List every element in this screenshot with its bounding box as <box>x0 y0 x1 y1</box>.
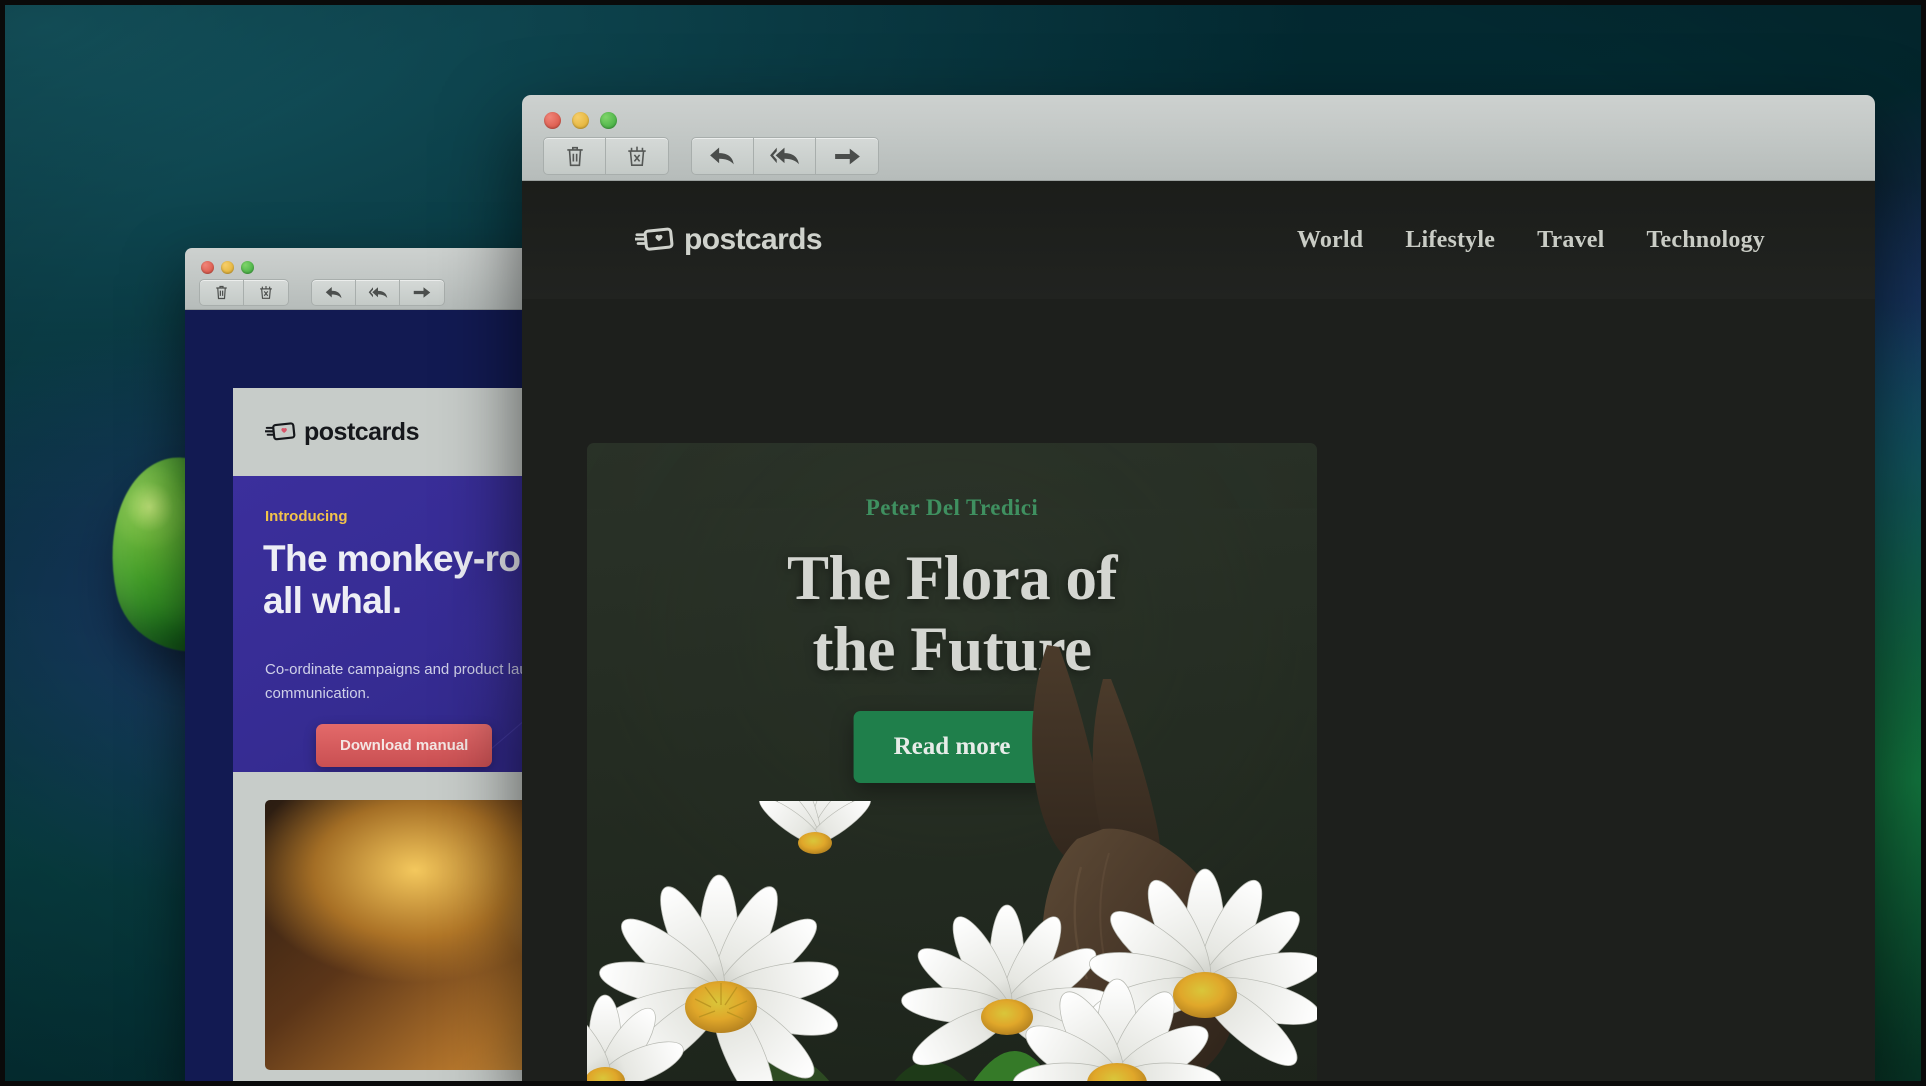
zoom-button[interactable] <box>241 261 254 274</box>
junk-icon[interactable] <box>244 280 288 305</box>
site-brand-logo[interactable]: postcards <box>635 223 823 257</box>
minimize-button[interactable] <box>572 112 589 129</box>
desktop-background: postcards Introducing The monkey-rope al… <box>0 0 1926 1086</box>
front-toolbar-group-reply[interactable] <box>691 137 879 175</box>
nav-item-world[interactable]: World <box>1297 227 1363 254</box>
forward-icon[interactable] <box>400 280 444 305</box>
hero-card: Peter Del Tredici The Flora of the Futur… <box>587 443 1317 1081</box>
reply-all-icon[interactable] <box>754 138 816 174</box>
email-kicker: Introducing <box>265 508 348 525</box>
postcard-heart-icon <box>265 422 296 441</box>
front-window-titlebar[interactable] <box>522 95 1875 181</box>
delete-icon[interactable] <box>200 280 244 305</box>
junk-icon[interactable] <box>606 138 668 174</box>
nav-item-technology[interactable]: Technology <box>1647 227 1765 254</box>
email-brand-name: postcards <box>304 417 419 446</box>
reply-all-icon[interactable] <box>356 280 400 305</box>
delete-icon[interactable] <box>544 138 606 174</box>
forward-icon[interactable] <box>816 138 878 174</box>
daisy-flowers-illustration <box>587 801 1317 1081</box>
front-toolbar-group-delete[interactable] <box>543 137 669 175</box>
front-window-content: postcards World Lifestyle Travel Technol… <box>522 181 1875 1081</box>
site-nav-links: World Lifestyle Travel Technology <box>1297 227 1765 254</box>
email-brand-logo[interactable]: postcards <box>265 418 419 447</box>
nav-item-lifestyle[interactable]: Lifestyle <box>1405 227 1495 254</box>
postcard-heart-icon <box>635 227 674 251</box>
back-toolbar-group-delete[interactable] <box>199 279 289 306</box>
hero-author: Peter Del Tredici <box>865 495 1039 520</box>
front-toolbar[interactable] <box>543 137 879 175</box>
hero-title-line-1: The Flora of <box>787 543 1117 613</box>
front-traffic-lights[interactable] <box>544 112 617 129</box>
reply-icon[interactable] <box>312 280 356 305</box>
close-button[interactable] <box>544 112 561 129</box>
back-traffic-lights[interactable] <box>201 261 254 274</box>
back-toolbar-group-reply[interactable] <box>311 279 445 306</box>
back-toolbar[interactable] <box>199 279 445 306</box>
front-mail-window[interactable]: postcards World Lifestyle Travel Technol… <box>522 95 1875 1081</box>
site-brand-name: postcards <box>684 223 823 256</box>
download-manual-button[interactable]: Download manual <box>316 724 493 767</box>
zoom-button[interactable] <box>600 112 617 129</box>
nav-item-travel[interactable]: Travel <box>1537 227 1604 254</box>
site-navbar: postcards World Lifestyle Travel Technol… <box>522 181 1875 299</box>
reply-icon[interactable] <box>692 138 754 174</box>
close-button[interactable] <box>201 261 214 274</box>
minimize-button[interactable] <box>221 261 234 274</box>
